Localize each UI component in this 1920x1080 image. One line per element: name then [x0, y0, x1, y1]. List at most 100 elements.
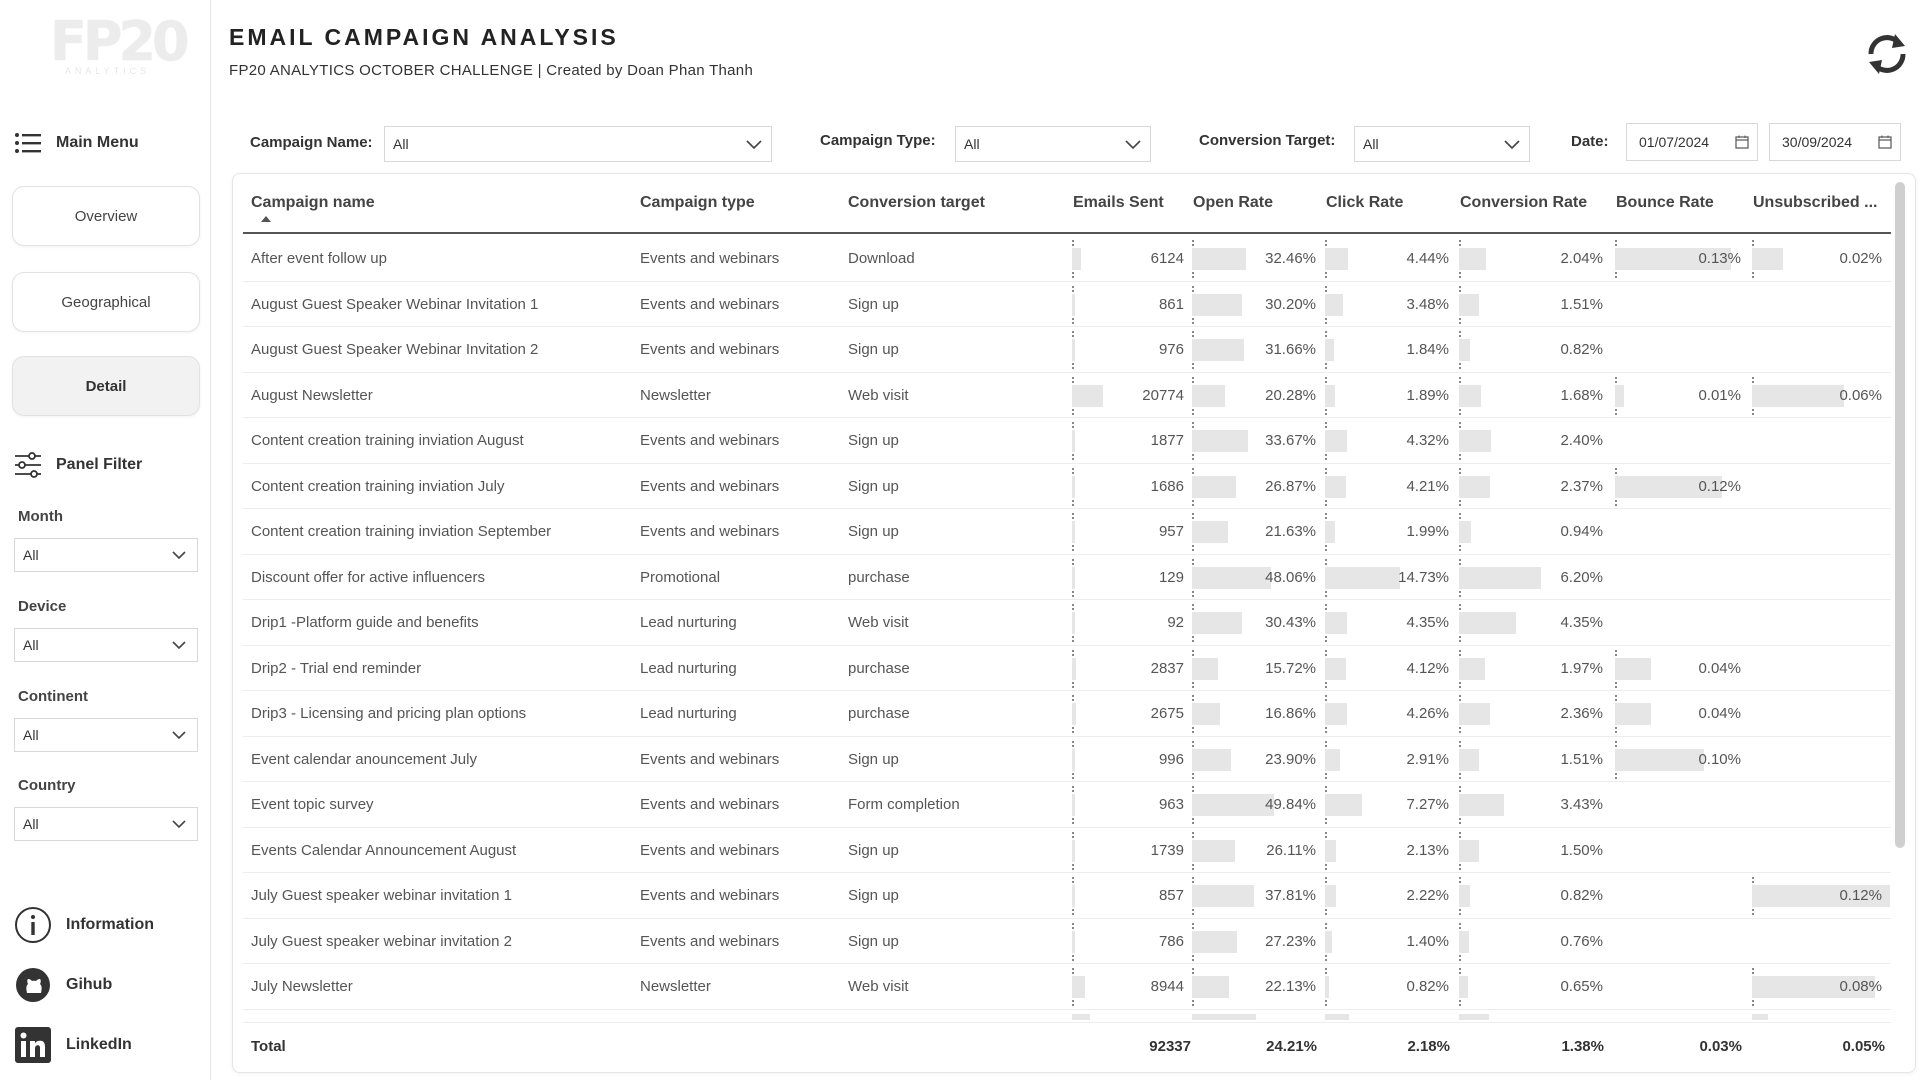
cell-value: 963 — [1158, 796, 1184, 813]
device-filter-value: All — [23, 637, 39, 653]
data-bar — [1192, 339, 1245, 361]
cell-value: 0.82% — [1560, 887, 1603, 904]
column-header-conversion-rate[interactable]: Conversion Rate — [1460, 194, 1587, 212]
table-row[interactable]: Content creation training inviation Augu… — [243, 418, 1891, 464]
table-row[interactable]: July Newsletter Newsletter Web visit 8944 22… — [243, 964, 1891, 1010]
unsubscribed-rate-cell — [1752, 327, 1890, 372]
unsubscribed-rate-cell — [1752, 646, 1890, 691]
campaign-name-cell: August Guest Speaker Webinar Invitation … — [251, 295, 539, 313]
nav-geographical-button[interactable]: Geographical — [12, 272, 200, 332]
campaign-type-cell: Newsletter — [640, 978, 711, 995]
table-row[interactable]: Content creation training inviation July… — [243, 464, 1891, 509]
data-bar — [1072, 839, 1075, 862]
cell-value: 31.66% — [1265, 341, 1316, 358]
emails-sent-cell: 92 — [1072, 600, 1192, 645]
open-rate-cell: 27.23% — [1192, 919, 1324, 964]
bounce-rate-cell: 0.04% — [1615, 646, 1749, 691]
cell-value: 2.13% — [1406, 841, 1449, 859]
campaign-type-select[interactable]: All — [955, 126, 1151, 162]
refresh-icon[interactable] — [1862, 28, 1912, 80]
data-bar — [1072, 885, 1075, 907]
column-header-conversion-target[interactable]: Conversion target — [848, 194, 985, 212]
date-to-input[interactable]: 30/09/2024 — [1769, 123, 1901, 161]
cell-value: 26.87% — [1265, 477, 1316, 495]
emails-sent-cell: 6124 — [1072, 236, 1192, 281]
table-row[interactable]: After event follow up Events and webinars… — [243, 236, 1891, 282]
cell-value: 0.04% — [1698, 659, 1741, 677]
campaign-name-cell: August Newsletter — [251, 386, 373, 404]
nav-overview-button[interactable]: Overview — [12, 186, 200, 246]
column-header-campaign-name[interactable]: Campaign name — [251, 194, 375, 212]
month-filter-select[interactable]: All — [14, 538, 198, 572]
cell-value: 1.68% — [1560, 386, 1603, 404]
column-header-unsubscribed[interactable]: Unsubscribed ... — [1753, 194, 1877, 212]
click-rate-cell: 4.12% — [1325, 646, 1457, 691]
table-row[interactable]: August Newsletter Newsletter Web visit 2077… — [243, 373, 1891, 418]
cell-value: 14.73% — [1398, 568, 1449, 586]
filter-bar: Campaign Name: All Campaign Type: All Co… — [234, 118, 1906, 168]
date-from-input[interactable]: 01/07/2024 — [1626, 123, 1758, 161]
cell-value: 4.32% — [1406, 432, 1449, 449]
table-row[interactable]: July Guest speaker webinar invitation 2 E… — [243, 919, 1891, 964]
table-row[interactable]: Event calendar anouncement July Events an… — [243, 737, 1891, 782]
table-row[interactable]: Event topic survey Events and webinars For… — [243, 782, 1891, 828]
info-icon — [15, 907, 51, 943]
table-row[interactable]: August Guest Speaker Webinar Invitation … — [243, 282, 1891, 327]
cell-value: 4.44% — [1406, 250, 1449, 267]
campaign-name-select[interactable]: All — [384, 126, 772, 162]
conversion-target-cell: Sign up — [848, 477, 899, 495]
campaign-type-cell: Events and webinars — [640, 750, 780, 768]
campaign-type-value: All — [964, 136, 980, 152]
campaign-name-cell: July Guest speaker webinar invitation 1 — [251, 887, 512, 904]
bounce-rate-cell — [1615, 555, 1749, 600]
conversion-target-select[interactable]: All — [1354, 126, 1530, 162]
table-row[interactable]: August Guest Speaker Webinar Invitation … — [243, 327, 1891, 373]
continent-filter-select[interactable]: All — [14, 718, 198, 752]
nav-detail-button[interactable]: Detail — [12, 356, 200, 416]
information-link[interactable]: Information — [14, 906, 154, 944]
github-link[interactable]: Gihub — [14, 966, 112, 1004]
conversion-rate-cell: 1.51% — [1459, 737, 1611, 782]
data-bar — [1072, 248, 1082, 270]
table-row[interactable]: Drip1 -Platform guide and benefits Lead n… — [243, 600, 1891, 646]
cell-value: 6.20% — [1560, 568, 1603, 586]
column-header-bounce-rate[interactable]: Bounce Rate — [1616, 194, 1714, 212]
total-label: Total — [251, 1038, 286, 1055]
conversion-target-cell: Sign up — [848, 295, 899, 313]
unsubscribed-rate-cell: 0.02% — [1752, 236, 1890, 281]
cell-value: 21.63% — [1265, 523, 1316, 540]
cell-value: 6124 — [1150, 250, 1184, 267]
column-header-campaign-type[interactable]: Campaign type — [640, 194, 755, 212]
data-bar — [1325, 293, 1343, 316]
campaign-name-cell: Content creation training inviation Sept… — [251, 523, 552, 540]
bounce-rate-cell — [1615, 600, 1749, 645]
unsubscribed-rate-cell — [1752, 464, 1890, 509]
chevron-down-icon — [746, 140, 762, 150]
campaign-name-cell: Drip1 -Platform guide and benefits — [251, 614, 479, 631]
table-row[interactable]: July Guest speaker webinar invitation 1 E… — [243, 873, 1891, 919]
linkedin-link[interactable]: LinkedIn — [14, 1026, 132, 1064]
emails-sent-cell: 2837 — [1072, 646, 1192, 691]
table-row[interactable]: Events Calendar Announcement August Event… — [243, 828, 1891, 873]
column-header-open-rate[interactable]: Open Rate — [1193, 194, 1273, 212]
data-bar — [1072, 794, 1075, 816]
data-bar — [1192, 612, 1243, 634]
emails-sent-cell: 861 — [1072, 282, 1192, 327]
continent-filter-label: Continent — [18, 688, 88, 705]
campaign-type-cell: Lead nurturing — [640, 614, 737, 631]
data-bar — [1072, 566, 1075, 589]
column-header-emails-sent[interactable]: Emails Sent — [1073, 194, 1164, 212]
device-filter-label: Device — [18, 598, 67, 615]
nav-geographical-label: Geographical — [61, 293, 151, 311]
table-row[interactable]: Drip3 - Licensing and pricing plan optio… — [243, 691, 1891, 737]
table-row[interactable]: Content creation training inviation Sept… — [243, 509, 1891, 555]
country-filter-select[interactable]: All — [14, 807, 198, 841]
main-menu-button[interactable]: Main Menu — [14, 132, 139, 154]
data-bar — [1072, 612, 1075, 634]
device-filter-select[interactable]: All — [14, 628, 198, 662]
column-header-click-rate[interactable]: Click Rate — [1326, 194, 1403, 212]
table-row[interactable]: Drip2 - Trial end reminder Lead nurturing… — [243, 646, 1891, 691]
data-bar — [1192, 703, 1220, 725]
table-scrollbar[interactable] — [1895, 182, 1905, 848]
table-row[interactable]: Discount offer for active influencers Pro… — [243, 555, 1891, 600]
